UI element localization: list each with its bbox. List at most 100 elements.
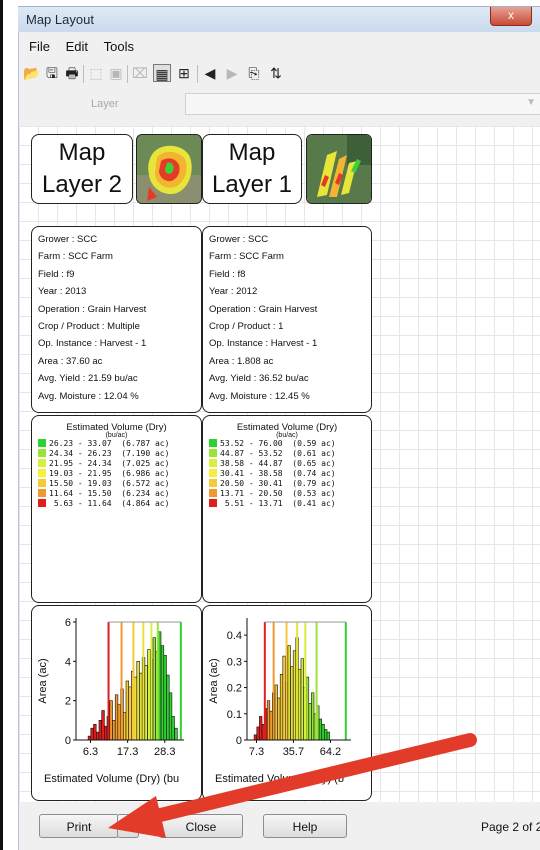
info-row: Field : f8 [209,268,246,280]
info-row: Year : 2013 [38,286,87,298]
properties-icon[interactable]: ▣ [107,64,125,82]
legend-row: 26.23 - 33.07 (6.787 ac) [38,438,201,449]
legend-row: 38.58 - 44.87 (0.65 ac) [209,458,371,469]
histogram-bar [125,680,130,741]
toolbar: 📂 🖫 🖶 ⬚ ▣ ⌧ ▦ ⊞ ◀ ▶ ⎘ ⇅ [23,62,533,86]
legend-unit: (bu/ac) [105,432,128,439]
print-options-dropdown[interactable]: ▾ [117,814,139,838]
legend-card-layer-1[interactable]: Estimated Volume (Dry) (bu/ac) 53.52 - 7… [202,415,372,603]
histogram-chart: 0 2 4 6 6.3 17.3 28.3 Area (ac) Estimated Volume… [37,617,184,785]
x-axis-label: Estimated Volume (Dry) (b [215,773,344,785]
close-button[interactable]: Close [159,814,243,838]
print-preview-icon[interactable]: 🖶 [63,64,81,82]
histogram-bar [305,676,310,741]
histogram-bar [259,716,263,741]
layer-select[interactable]: ▼ [185,93,540,115]
histogram-card-layer-1[interactable]: 0 0.1 0.2 0.3 0.4 7.3 35.7 64.2 Area (ac) Estimat… [202,605,372,801]
histogram-chart: 0 0.1 0.2 0.3 0.4 7.3 35.7 64.2 Area (ac) Estimat… [208,618,351,785]
grid-toggle-icon[interactable]: ▦ [153,64,171,82]
map-layout-window: File Edit Tools 📂 🖫 🖶 ⬚ ▣ ⌧ ▦ ⊞ ◀ ▶ ⎘ ⇅ Layer ▼ Map… [18,32,540,850]
legend-text: 5.63 - 11.64 (4.864 ac) [49,499,170,508]
snap-grid-icon[interactable]: ⊞ [175,64,193,82]
histogram-bar [93,724,97,741]
next-page-icon[interactable]: ▶ [223,64,241,82]
page-status: Page 2 of 2 [481,820,540,834]
legend-swatch [38,498,46,507]
legend-unit: (bu/ac) [276,432,298,439]
title-bar: Map Layout x [18,6,540,33]
map-title: Map Layer 2 [41,139,123,198]
help-button[interactable]: Help [263,814,347,838]
info-row: Avg. Yield : 21.59 bu/ac [38,373,138,385]
info-row: Op. Instance : Harvest - 1 [38,338,147,350]
histogram-bar [287,645,291,741]
print-button[interactable]: Print [39,814,119,838]
histogram-bar [321,724,325,741]
histogram-bar [147,649,151,741]
toolbar-separator [197,65,198,83]
layer-label: Layer [91,98,119,110]
histogram-card-layer-2[interactable]: 0 2 4 6 6.3 17.3 28.3 Area (ac) Estimated Volume… [31,605,202,801]
legend-swatch [38,478,46,487]
y-tick-label: 0 [65,735,71,747]
legend-row: 30.41 - 38.58 (0.74 ac) [209,468,371,479]
x-axis-label: Estimated Volume (Dry) (bu [44,773,179,785]
open-folder-icon[interactable]: 📂 [23,64,41,82]
info-row: Avg. Moisture : 12.45 % [209,390,310,402]
histogram-bar [277,697,281,741]
histogram-bar [96,731,100,741]
layout-canvas[interactable]: Map Layer 2 Grower : SCC Farm : SCC Farm F… [19,126,540,802]
menu-tools[interactable]: Tools [104,36,134,58]
legend-swatch [38,448,46,457]
legend-row: 13.71 - 20.50 (0.53 ac) [209,488,371,499]
histogram-bar [311,692,315,741]
legend-row: 53.52 - 76.00 (0.59 ac) [209,438,371,449]
histogram-bar [136,660,140,741]
map-thumbnail-layer-1[interactable] [306,134,372,204]
legend-row: 11.64 - 15.50 (6.234 ac) [38,488,201,499]
menu-edit[interactable]: Edit [66,36,88,58]
legend-swatch [209,468,217,477]
histogram-bar [174,727,178,741]
info-row: Farm : SCC Farm [38,251,113,263]
legend-text: 5.51 - 13.71 (0.41 ac) [220,499,336,508]
map-title-card-layer-2[interactable]: Map Layer 2 [31,134,133,204]
select-tool-icon[interactable]: ⬚ [87,64,105,82]
histogram-bar [112,720,116,741]
info-row: Area : 1.808 ac [209,355,274,367]
page-setup-icon[interactable]: ⎘ [245,64,263,82]
y-tick-label: 0.2 [227,683,242,695]
info-row: Field : f9 [38,268,75,280]
info-row: Crop / Product : Multiple [38,321,140,333]
button-bar: Print ▾ Close Help Page 2 of 2 [19,808,540,850]
histogram-bar [253,734,257,741]
legend-swatch [209,458,217,467]
field-yield-map-image [307,135,371,203]
save-icon[interactable]: 🖫 [43,64,61,82]
legend-text: 15.50 - 19.03 (6.572 ac) [49,479,170,488]
map-title-card-layer-1[interactable]: Map Layer 1 [202,134,302,204]
histogram-bar [166,674,170,741]
legend-card-layer-2[interactable]: Estimated Volume (Dry) (bu/ac) 26.23 - 3… [31,415,202,603]
menu-file[interactable]: File [29,36,50,58]
delete-icon[interactable]: ⌧ [131,64,149,82]
histogram-bar [144,664,148,741]
legend-row: 24.34 - 26.23 (7.190 ac) [38,448,201,459]
info-row: Avg. Moisture : 12.04 % [38,390,139,402]
previous-page-icon[interactable]: ◀ [201,64,219,82]
info-row: Crop / Product : 1 [209,321,284,333]
window-close-button[interactable]: x [490,7,532,26]
legend-text: 38.58 - 44.87 (0.65 ac) [220,459,336,468]
map-thumbnail-layer-2[interactable] [136,134,202,204]
y-tick-label: 6 [65,617,71,629]
field-yield-map-image [137,135,201,203]
histogram-bar [104,725,108,741]
info-card-layer-2[interactable]: Grower : SCC Farm : SCC Farm Field : f9 Yea… [31,226,202,413]
legend-swatch [209,498,217,507]
legend-row: 15.50 - 19.03 (6.572 ac) [38,478,201,489]
y-tick-label: 4 [65,656,71,668]
sort-icon[interactable]: ⇅ [267,64,285,82]
chevron-down-icon: ▼ [526,97,536,108]
legend-text: 44.87 - 53.52 (0.61 ac) [220,449,336,458]
info-card-layer-1[interactable]: Grower : SCC Farm : SCC Farm Field : f8 Yea… [202,226,372,413]
